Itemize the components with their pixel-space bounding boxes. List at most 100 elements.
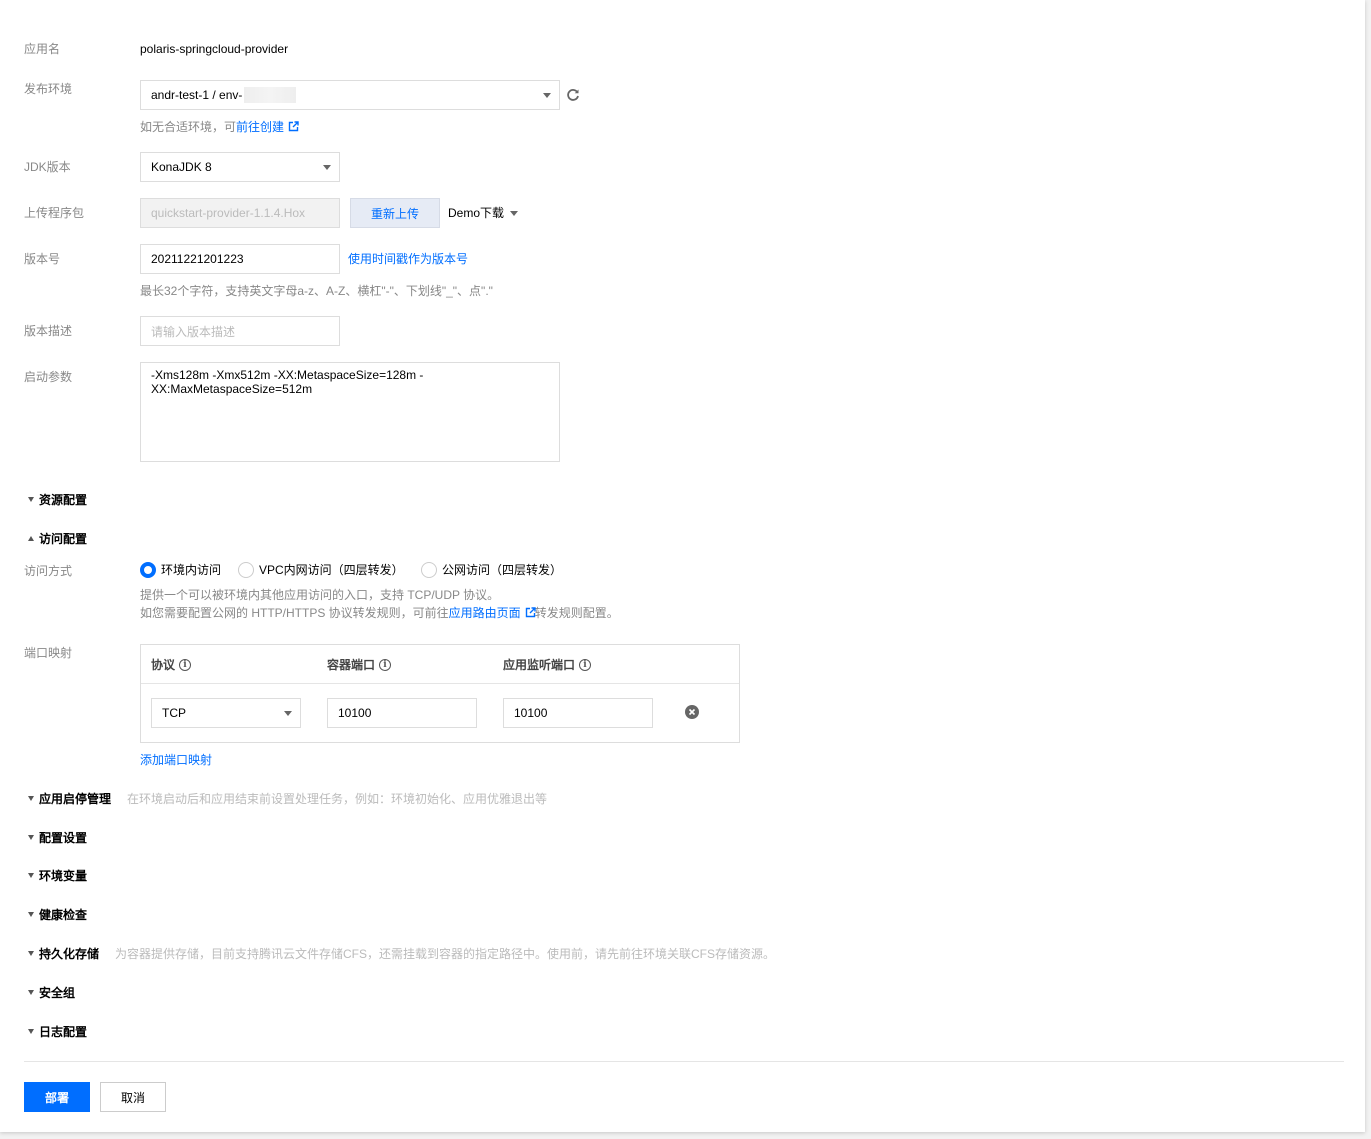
section-resource-title: 资源配置: [39, 493, 88, 507]
radio-vpc[interactable]: VPC内网访问（四层转发）: [238, 561, 404, 578]
port-mapping-label: 端口映射: [24, 646, 73, 660]
caret-up-icon: [28, 536, 34, 541]
caret-down-icon: [28, 497, 34, 502]
refresh-icon[interactable]: [565, 87, 581, 103]
use-timestamp-link[interactable]: 使用时间戳作为版本号: [348, 250, 468, 268]
chevron-down-icon: [284, 711, 292, 716]
info-icon[interactable]: i: [579, 658, 592, 671]
radio-env-internal-label: 环境内访问: [161, 563, 222, 577]
radio-public[interactable]: 公网访问（四层转发）: [421, 561, 562, 578]
remove-row-icon[interactable]: [685, 705, 699, 719]
info-icon[interactable]: i: [379, 658, 392, 671]
protocol-select[interactable]: TCP: [151, 698, 301, 728]
section-security[interactable]: 安全组: [28, 984, 75, 1001]
access-hint-2-suffix: 转发规则配置。: [534, 606, 619, 620]
upload-file-name: quickstart-provider-1.1.4.Hox: [151, 206, 306, 220]
radio-unchecked-icon: [421, 561, 437, 578]
caret-down-icon: [28, 912, 34, 917]
section-config[interactable]: 配置设置: [28, 829, 87, 846]
section-lifecycle-desc: 在环境启动后和应用结束前设置处理任务，例如：环境初始化、应用优雅退出等: [127, 792, 548, 806]
section-env-vars-title: 环境变量: [39, 869, 88, 883]
version-desc-placeholder: 请输入版本描述: [151, 324, 236, 339]
env-hint-text: 如无合适环境，可: [140, 120, 237, 134]
section-access[interactable]: 访问配置: [28, 530, 87, 547]
version-input-value: 20211221201223: [151, 252, 244, 266]
app-name-value: polaris-springcloud-provider: [140, 42, 289, 56]
env-label: 发布环境: [24, 82, 73, 96]
caret-down-icon: [28, 1029, 34, 1034]
section-lifecycle-title: 应用启停管理: [39, 792, 112, 806]
radio-vpc-label: VPC内网访问（四层转发）: [259, 563, 404, 577]
section-log-title: 日志配置: [39, 1025, 88, 1039]
footer-divider: [24, 1061, 1344, 1062]
th-container-port: 容器端口 i: [327, 656, 392, 673]
th-listen-port-label: 应用监听端口: [503, 658, 576, 672]
protocol-select-value: TCP: [162, 706, 186, 720]
chevron-down-icon: [323, 165, 331, 170]
env-select-value: andr-test-1 / env-: [151, 88, 243, 102]
section-access-title: 访问配置: [39, 532, 88, 546]
caret-down-icon: [28, 873, 34, 878]
access-hint-2-prefix: 如您需要配置公网的 HTTP/HTTPS 协议转发规则，可前往: [140, 606, 449, 620]
version-label: 版本号: [24, 252, 61, 266]
upload-file-field: quickstart-provider-1.1.4.Hox: [140, 198, 340, 228]
section-storage[interactable]: 持久化存储 为容器提供存储，目前支持腾讯云文件存储CFS，还需挂载到容器的指定路…: [28, 945, 775, 962]
app-route-link[interactable]: 应用路由页面: [449, 606, 521, 620]
radio-checked-icon: [140, 561, 156, 578]
external-link-icon: [525, 605, 536, 618]
env-select[interactable]: andr-test-1 / env-: [140, 80, 560, 110]
create-env-link[interactable]: 前往创建: [236, 120, 284, 134]
jdk-label: JDK版本: [24, 160, 71, 174]
demo-download-dropdown[interactable]: Demo下载: [448, 204, 519, 222]
version-desc-label: 版本描述: [24, 324, 73, 338]
caret-down-icon: [28, 990, 34, 995]
radio-env-internal[interactable]: 环境内访问: [140, 561, 221, 578]
caret-down-icon: [28, 796, 34, 801]
caret-down-icon: [28, 835, 34, 840]
table-header-divider: [141, 683, 739, 684]
access-hint-2: 如您需要配置公网的 HTTP/HTTPS 协议转发规则，可前往应用路由页面 转发规…: [140, 604, 619, 622]
start-params-textarea[interactable]: -Xms128m -Xmx512m -XX:MetaspaceSize=128m…: [140, 362, 560, 462]
add-port-mapping-link[interactable]: 添加端口映射: [140, 751, 212, 769]
version-desc-input[interactable]: 请输入版本描述: [140, 316, 340, 346]
version-input[interactable]: 20211221201223: [140, 244, 340, 274]
th-protocol-label: 协议: [151, 658, 176, 672]
info-icon[interactable]: i: [179, 658, 192, 671]
external-link-icon: [288, 119, 299, 132]
section-storage-desc: 为容器提供存储，目前支持腾讯云文件存储CFS，还需挂载到容器的指定路径中。使用前…: [115, 947, 776, 961]
deploy-button[interactable]: 部署: [24, 1082, 90, 1112]
jdk-select-value: KonaJDK 8: [151, 160, 212, 174]
version-hint: 最长32个字符，支持英文字母a-z、A-Z、横杠"-"、下划线"_"、点".": [140, 284, 493, 298]
deploy-form-card: 应用名 polaris-springcloud-provider 发布环境 an…: [0, 0, 1365, 1132]
th-listen-port: 应用监听端口 i: [503, 656, 592, 673]
listen-port-value: 10100: [514, 706, 548, 720]
radio-unchecked-icon: [238, 561, 254, 578]
upload-label: 上传程序包: [24, 206, 85, 220]
section-resource[interactable]: 资源配置: [28, 491, 87, 508]
section-health[interactable]: 健康检查: [28, 906, 87, 923]
demo-download-label: Demo下载: [448, 206, 505, 220]
section-security-title: 安全组: [39, 986, 76, 1000]
chevron-down-icon: [543, 93, 551, 98]
access-mode-label: 访问方式: [24, 564, 73, 578]
container-port-input[interactable]: 10100: [327, 698, 477, 728]
section-env-vars[interactable]: 环境变量: [28, 867, 87, 884]
cancel-button[interactable]: 取消: [100, 1082, 166, 1112]
reupload-button[interactable]: 重新上传: [350, 198, 440, 228]
caret-down-icon: [28, 951, 34, 956]
section-health-title: 健康检查: [39, 908, 88, 922]
chevron-down-icon: [510, 210, 519, 216]
listen-port-input[interactable]: 10100: [503, 698, 653, 728]
section-lifecycle[interactable]: 应用启停管理 在环境启动后和应用结束前设置处理任务，例如：环境初始化、应用优雅退…: [28, 790, 547, 807]
env-redacted-block: [244, 87, 297, 103]
th-container-port-label: 容器端口: [327, 658, 376, 672]
start-params-label: 启动参数: [24, 370, 73, 384]
jdk-select[interactable]: KonaJDK 8: [140, 152, 340, 182]
section-storage-title: 持久化存储: [39, 947, 100, 961]
app-name-label: 应用名: [24, 42, 61, 56]
container-port-value: 10100: [338, 706, 372, 720]
port-mapping-table: 协议 i 容器端口 i 应用监听端口 i TCP 10100 10100: [140, 644, 740, 743]
section-log[interactable]: 日志配置: [28, 1023, 87, 1040]
th-protocol: 协议 i: [151, 656, 192, 673]
access-hint-1: 提供一个可以被环境内其他应用访问的入口，支持 TCP/UDP 协议。: [140, 588, 500, 602]
